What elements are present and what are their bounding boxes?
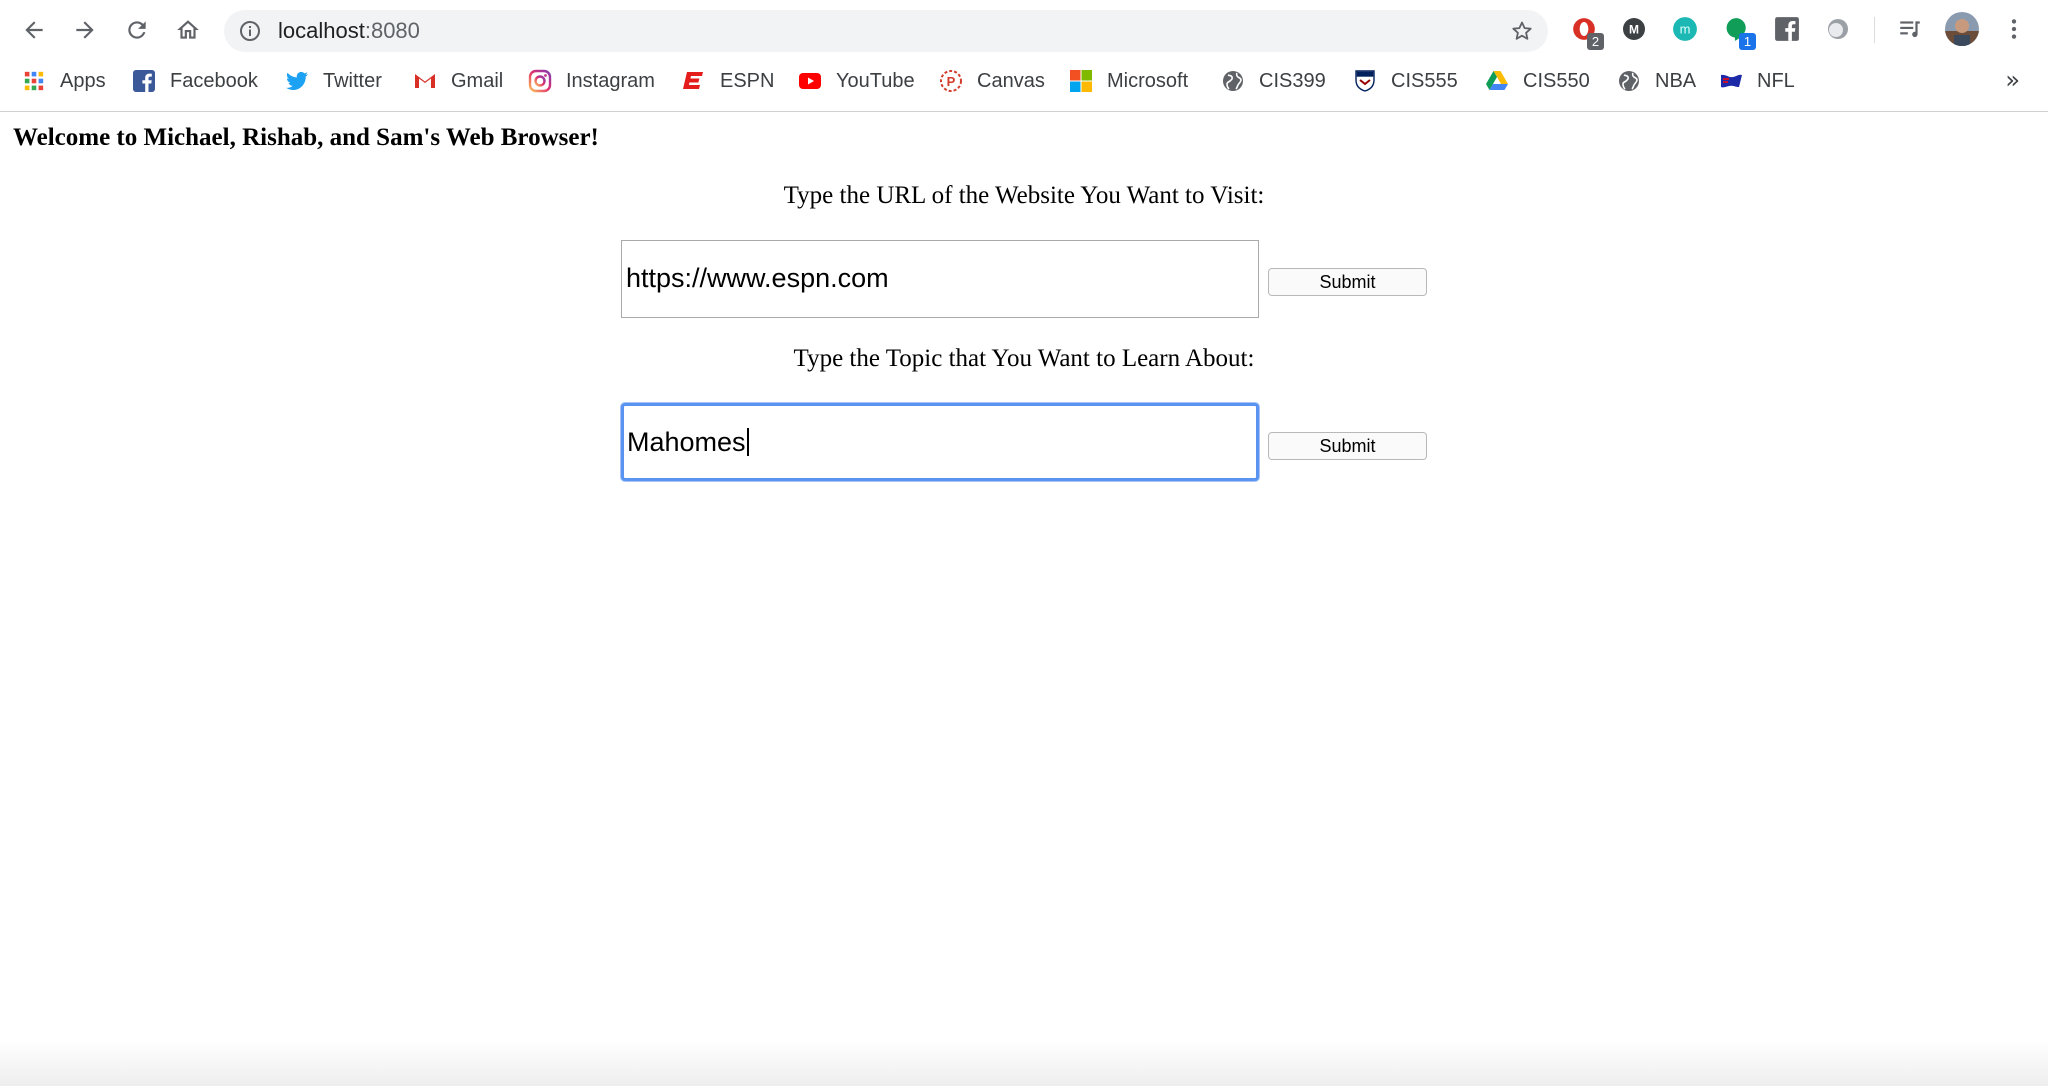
bookmark-nfl[interactable]: NFL xyxy=(1719,62,1795,100)
bookmark-cis555[interactable]: CIS555 xyxy=(1353,62,1458,100)
bookmarks-bar: Apps Facebook Twitter Gmail Instagram ES… xyxy=(0,62,2048,112)
globe-icon xyxy=(1221,69,1245,93)
bookmark-instagram[interactable]: Instagram xyxy=(528,62,655,100)
topic-input[interactable]: Mahomes xyxy=(621,403,1259,481)
bookmark-label: CIS555 xyxy=(1391,69,1458,92)
url-input-value: https://www.espn.com xyxy=(626,263,889,293)
home-button[interactable] xyxy=(169,11,207,49)
bookmark-canvas[interactable]: P Canvas xyxy=(939,62,1045,100)
bookmark-cis399[interactable]: CIS399 xyxy=(1221,62,1326,100)
bookmark-microsoft[interactable]: Microsoft xyxy=(1069,62,1188,100)
address-url[interactable]: localhost:8080 xyxy=(278,10,420,52)
forward-button[interactable] xyxy=(66,11,104,49)
opera-extension-badge: 2 xyxy=(1587,33,1604,50)
drive-icon xyxy=(1485,69,1509,93)
forward-arrow-icon xyxy=(76,21,94,39)
bookmark-label: CIS550 xyxy=(1523,69,1590,92)
hangouts-extension-icon[interactable]: 1 xyxy=(1722,15,1756,50)
bookmark-label: Microsoft xyxy=(1107,69,1189,92)
nfl-icon xyxy=(1719,69,1743,93)
teal-m-extension-icon[interactable]: m xyxy=(1671,15,1699,43)
opera-extension-icon[interactable]: 2 xyxy=(1570,15,1604,50)
facebook-extension-icon[interactable] xyxy=(1773,15,1801,43)
reload-button[interactable] xyxy=(118,11,156,49)
teal-extension-letter: m xyxy=(1680,21,1691,36)
url-port: :8080 xyxy=(364,18,420,43)
bookmark-twitter[interactable]: Twitter xyxy=(285,62,382,100)
bookmark-label: Canvas xyxy=(977,69,1045,92)
bookmark-nba[interactable]: NBA xyxy=(1617,62,1696,100)
bookmark-label: NBA xyxy=(1655,69,1697,92)
url-host: localhost xyxy=(278,18,365,43)
globe-icon xyxy=(1617,69,1641,93)
twitter-icon xyxy=(285,69,309,93)
medium-extension-letter: M xyxy=(1629,23,1639,37)
hangouts-extension-badge: 1 xyxy=(1739,33,1756,50)
url-submit-button[interactable]: Submit xyxy=(1268,268,1427,296)
bookmark-label: Instagram xyxy=(566,69,655,92)
url-prompt-label: Type the URL of the Website You Want to … xyxy=(783,182,1265,209)
bookmark-label: YouTube xyxy=(836,69,915,92)
reload-icon xyxy=(128,21,146,39)
text-caret xyxy=(746,428,749,456)
penn-shield-icon xyxy=(1353,69,1377,93)
back-button[interactable] xyxy=(15,11,53,49)
address-bar[interactable]: localhost:8080 xyxy=(224,10,1548,52)
svg-text:P: P xyxy=(947,74,956,89)
gmail-icon xyxy=(413,69,437,93)
bookmark-label: Facebook xyxy=(170,69,258,92)
youtube-icon xyxy=(798,69,822,93)
back-arrow-icon xyxy=(25,21,43,39)
facebook-icon xyxy=(132,69,156,93)
instagram-icon xyxy=(528,69,552,93)
microsoft-icon xyxy=(1069,69,1093,93)
bookmark-label: ESPN xyxy=(720,69,775,92)
info-icon[interactable] xyxy=(238,19,262,43)
medium-extension-icon[interactable]: M xyxy=(1620,15,1648,43)
apps-grid-icon xyxy=(22,69,46,93)
bookmark-label: NFL xyxy=(1757,69,1795,92)
bookmark-apps[interactable]: Apps xyxy=(22,62,106,100)
bookmark-cis550[interactable]: CIS550 xyxy=(1485,62,1590,100)
topic-input-value: Mahomes xyxy=(627,427,746,457)
topic-prompt-label: Type the Topic that You Want to Learn Ab… xyxy=(793,345,1255,372)
espn-icon xyxy=(682,69,706,93)
circle-extension-icon[interactable] xyxy=(1824,15,1852,43)
bookmark-label: Apps xyxy=(60,69,106,92)
media-controls-icon[interactable] xyxy=(1896,15,1924,43)
url-input[interactable]: https://www.espn.com xyxy=(621,240,1259,318)
bookmark-label: Gmail xyxy=(451,69,504,92)
canvas-icon: P xyxy=(939,69,963,93)
window-bottom-shadow xyxy=(0,1040,2048,1086)
home-icon xyxy=(177,20,199,39)
bookmark-facebook[interactable]: Facebook xyxy=(132,62,258,100)
bookmark-label: CIS399 xyxy=(1259,69,1326,92)
browser-toolbar: localhost:8080 2 M m 1 xyxy=(0,0,2048,62)
bookmark-label: Twitter xyxy=(323,69,382,92)
bookmark-espn[interactable]: ESPN xyxy=(682,62,774,100)
toolbar-divider xyxy=(1874,17,1875,43)
bookmarks-overflow-button[interactable]: » xyxy=(2005,66,2020,94)
bookmark-youtube[interactable]: YouTube xyxy=(798,62,915,100)
page-title: Welcome to Michael, Rishab, and Sam's We… xyxy=(13,124,599,151)
topic-submit-button[interactable]: Submit xyxy=(1268,432,1427,460)
bookmark-gmail[interactable]: Gmail xyxy=(413,62,503,100)
chrome-menu-icon[interactable] xyxy=(2000,15,2028,43)
bookmark-star-icon[interactable] xyxy=(1510,19,1534,43)
profile-avatar[interactable] xyxy=(1944,11,1980,47)
